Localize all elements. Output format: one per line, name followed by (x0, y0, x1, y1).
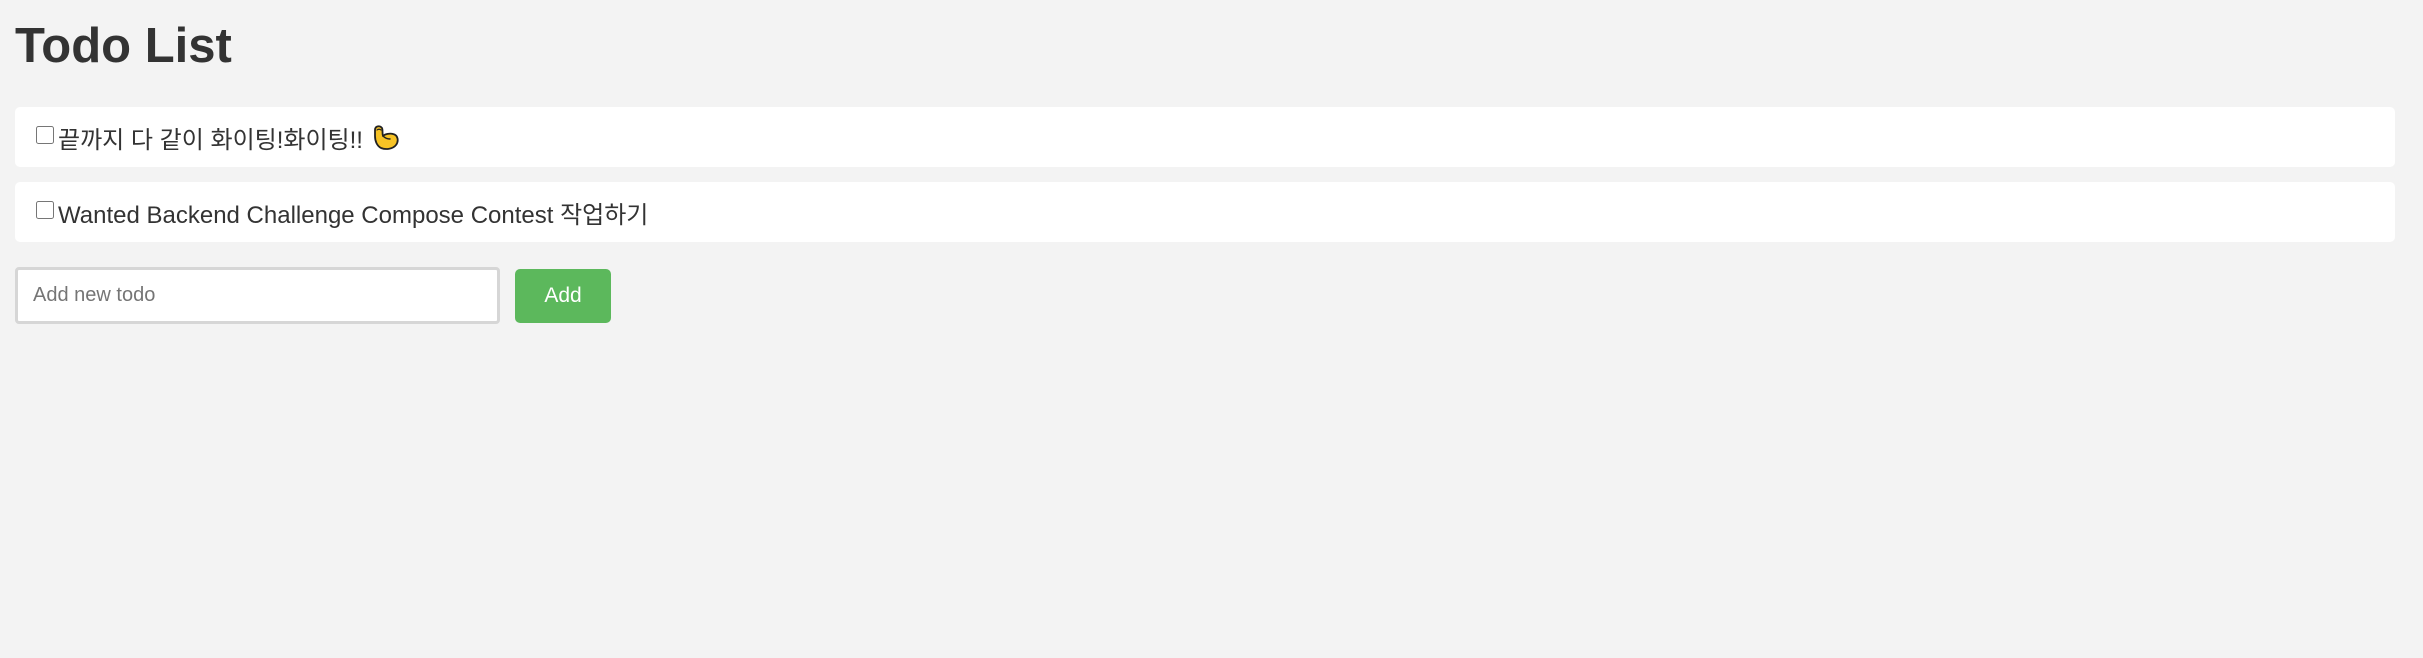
todo-checkbox[interactable] (36, 126, 54, 144)
todo-item: Wanted Backend Challenge Compose Contest… (15, 182, 2395, 242)
add-button[interactable]: Add (515, 268, 611, 323)
todo-item: 끝까지 다 같이 화이팅!화이팅!! (15, 107, 2395, 167)
flexed-biceps-icon (371, 122, 401, 152)
new-todo-input[interactable] (15, 267, 500, 324)
todo-checkbox[interactable] (36, 201, 54, 219)
todo-text: 끝까지 다 같이 화이팅!화이팅!! (58, 126, 363, 154)
todo-list: 끝까지 다 같이 화이팅!화이팅!! Wanted Backend Challe… (15, 107, 2395, 257)
page-title: Todo List (15, 19, 232, 73)
todo-text: Wanted Backend Challenge Compose Contest… (58, 201, 649, 229)
add-todo-form: Add (15, 267, 611, 324)
